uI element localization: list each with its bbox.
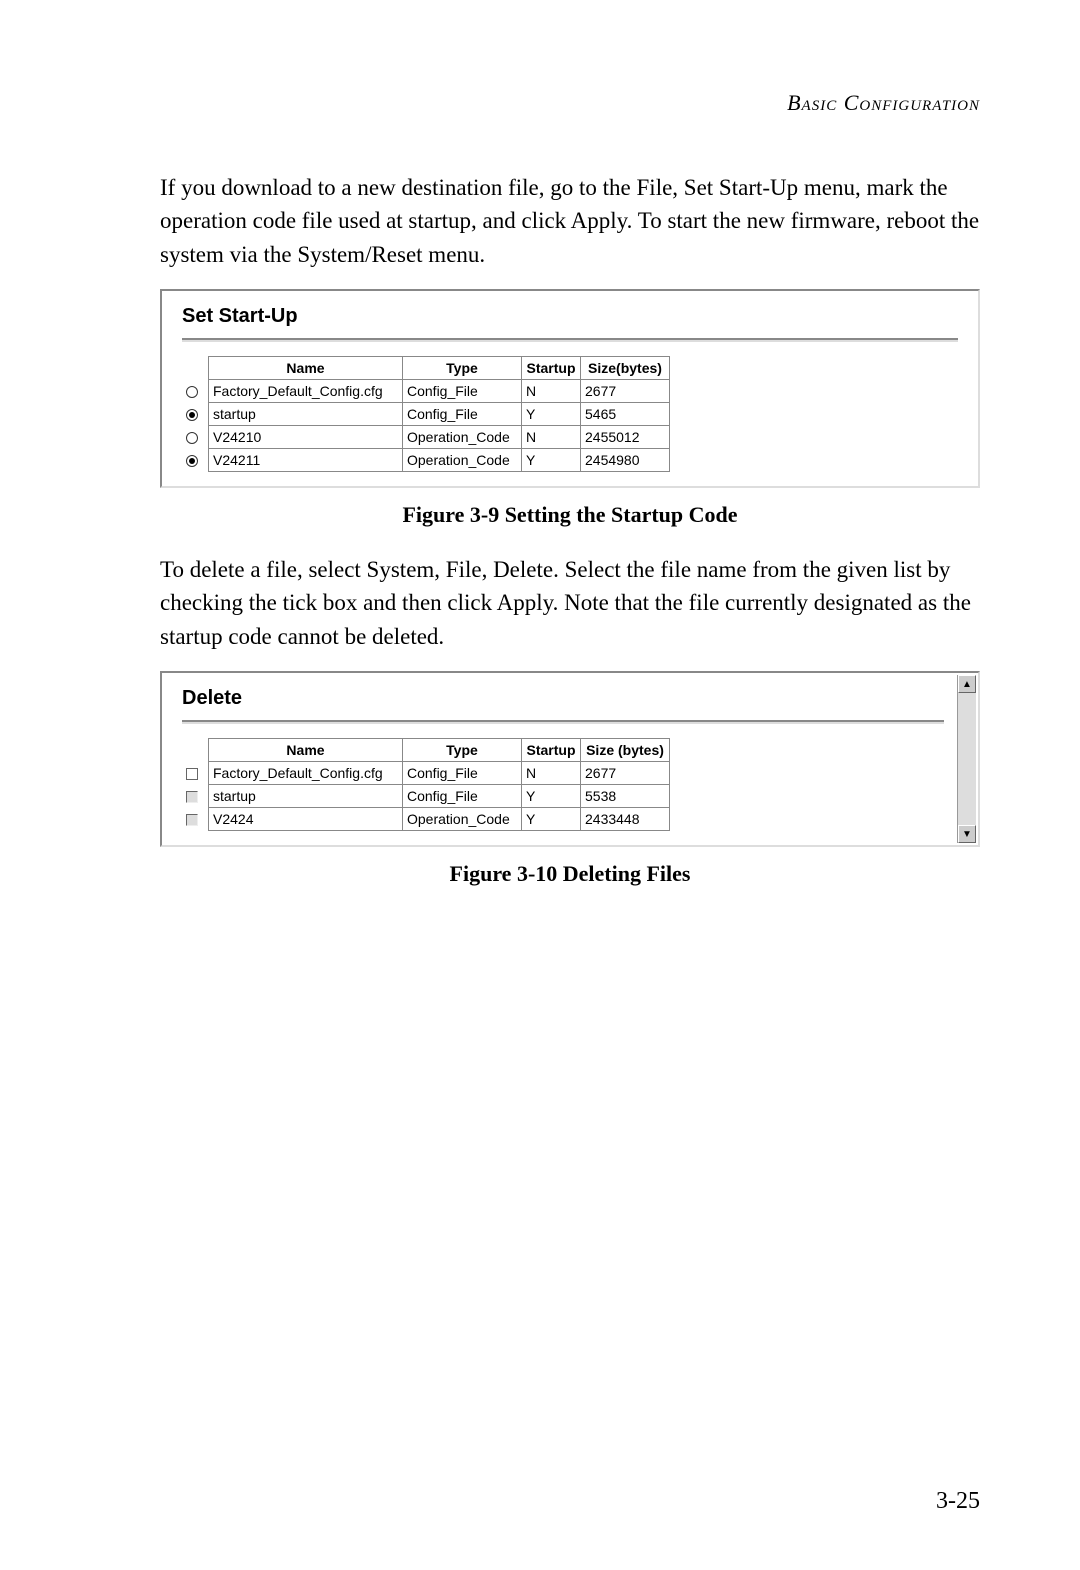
cell-startup: Y: [522, 449, 581, 472]
col-type: Type: [403, 357, 522, 380]
paragraph-1: If you download to a new destination fil…: [160, 171, 980, 271]
checkbox[interactable]: [186, 768, 198, 780]
startup-table: Name Type Startup Size(bytes) Factory_De…: [182, 356, 670, 472]
delete-panel: Delete Name Type Startup Size (bytes) Fa…: [160, 671, 980, 847]
radio-option[interactable]: [186, 432, 198, 444]
paragraph-2: To delete a file, select System, File, D…: [160, 553, 980, 653]
set-startup-panel: Set Start-Up Name Type Startup Size(byte…: [160, 289, 980, 488]
cell-name: Factory_Default_Config.cfg: [209, 380, 403, 403]
figure-3-9-caption: Figure 3-9 Setting the Startup Code: [160, 502, 980, 528]
page-header: Basic Configuration: [160, 90, 980, 116]
cell-size: 2433448: [581, 808, 670, 831]
table-row: V2424 Operation_Code Y 2433448: [182, 808, 670, 831]
col-startup: Startup: [522, 739, 581, 762]
radio-option[interactable]: [186, 409, 198, 421]
table-row: V24210 Operation_Code N 2455012: [182, 426, 670, 449]
page: Basic Configuration If you download to a…: [0, 0, 1080, 1570]
cell-type: Operation_Code: [403, 808, 522, 831]
cell-name: startup: [209, 785, 403, 808]
checkbox[interactable]: [186, 814, 198, 826]
cell-size: 2677: [581, 762, 670, 785]
delete-title: Delete: [182, 687, 944, 710]
delete-table: Name Type Startup Size (bytes) Factory_D…: [182, 738, 670, 831]
cell-startup: Y: [522, 808, 581, 831]
cell-size: 2455012: [581, 426, 670, 449]
cell-size: 5538: [581, 785, 670, 808]
cell-size: 5465: [581, 403, 670, 426]
cell-type: Operation_Code: [403, 449, 522, 472]
table-row: startup Config_File Y 5538: [182, 785, 670, 808]
col-name: Name: [209, 739, 403, 762]
scroll-track[interactable]: [958, 693, 976, 825]
header-blank: [182, 739, 209, 762]
table-row: V24211 Operation_Code Y 2454980: [182, 449, 670, 472]
col-size: Size(bytes): [581, 357, 670, 380]
cell-type: Config_File: [403, 380, 522, 403]
col-name: Name: [209, 357, 403, 380]
figure-3-10-caption: Figure 3-10 Deleting Files: [160, 861, 980, 887]
radio-option[interactable]: [186, 386, 198, 398]
scroll-down-icon[interactable]: ▼: [958, 825, 976, 843]
cell-name: V24210: [209, 426, 403, 449]
cell-name: Factory_Default_Config.cfg: [209, 762, 403, 785]
cell-name: V2424: [209, 808, 403, 831]
col-size: Size (bytes): [581, 739, 670, 762]
col-startup: Startup: [522, 357, 581, 380]
cell-startup: N: [522, 426, 581, 449]
scrollbar[interactable]: ▲ ▼: [957, 675, 976, 843]
table-header-row: Name Type Startup Size(bytes): [182, 357, 670, 380]
cell-size: 2677: [581, 380, 670, 403]
page-number: 3-25: [936, 1488, 980, 1515]
table-row: startup Config_File Y 5465: [182, 403, 670, 426]
header-blank: [182, 357, 209, 380]
cell-name: startup: [209, 403, 403, 426]
cell-type: Operation_Code: [403, 426, 522, 449]
table-row: Factory_Default_Config.cfg Config_File N…: [182, 762, 670, 785]
cell-type: Config_File: [403, 785, 522, 808]
table-row: Factory_Default_Config.cfg Config_File N…: [182, 380, 670, 403]
col-type: Type: [403, 739, 522, 762]
divider: [182, 338, 958, 342]
divider: [182, 720, 944, 724]
table-header-row: Name Type Startup Size (bytes): [182, 739, 670, 762]
cell-startup: N: [522, 762, 581, 785]
scroll-up-icon[interactable]: ▲: [958, 675, 976, 693]
checkbox[interactable]: [186, 791, 198, 803]
cell-type: Config_File: [403, 403, 522, 426]
cell-type: Config_File: [403, 762, 522, 785]
cell-size: 2454980: [581, 449, 670, 472]
cell-name: V24211: [209, 449, 403, 472]
set-startup-title: Set Start-Up: [182, 305, 958, 328]
radio-option[interactable]: [186, 455, 198, 467]
cell-startup: Y: [522, 403, 581, 426]
cell-startup: Y: [522, 785, 581, 808]
cell-startup: N: [522, 380, 581, 403]
